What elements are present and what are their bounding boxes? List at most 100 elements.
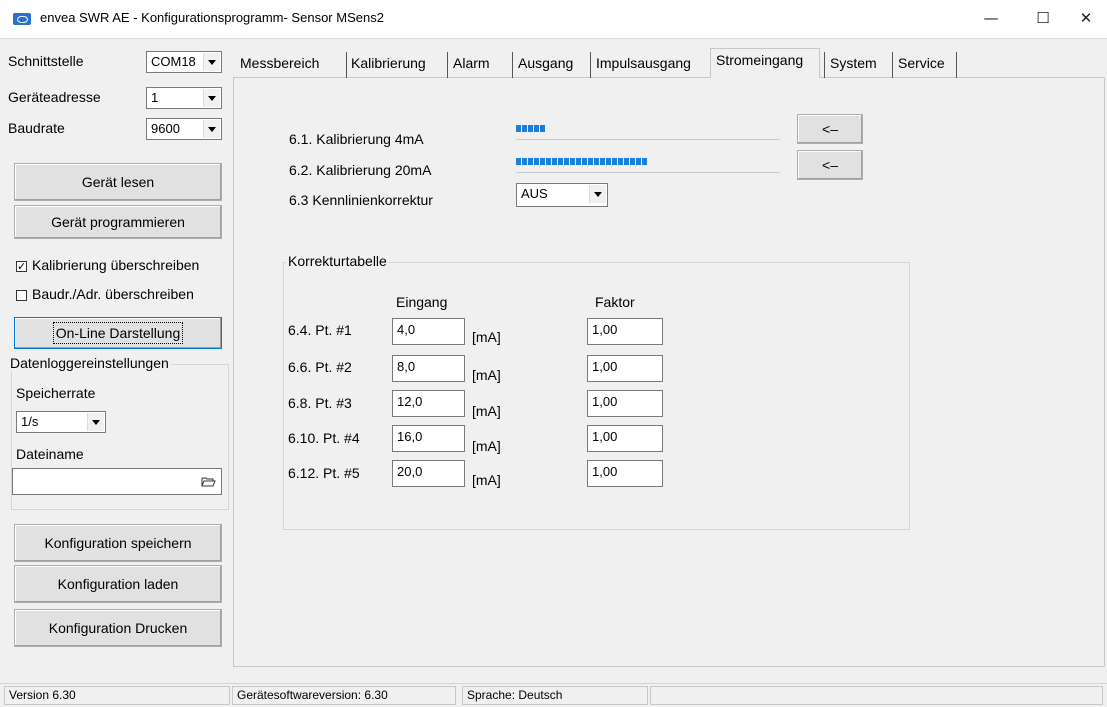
read-device-label: Gerät lesen xyxy=(81,174,155,190)
print-config-button[interactable]: Konfiguration Drucken xyxy=(14,609,222,647)
status-empty xyxy=(650,686,1103,705)
eingang-pt2-value: 8,0 xyxy=(397,359,416,374)
status-language: Sprache: Deutsch xyxy=(462,686,648,705)
tab-kalibrierung[interactable]: Kalibrierung xyxy=(351,55,426,71)
speicherrate-value: 1/s xyxy=(21,414,39,429)
kalibrierung-checkbox-label: Kalibrierung überschreiben xyxy=(32,257,200,273)
tab-ausgang[interactable]: Ausgang xyxy=(518,55,573,71)
close-button[interactable]: ✕ xyxy=(1063,0,1107,38)
eingang-pt5-value: 20,0 xyxy=(397,464,423,479)
app-icon xyxy=(13,13,31,25)
faktor-pt5-input[interactable]: 1,00 xyxy=(587,460,663,487)
eingang-pt5-input[interactable]: 20,0 xyxy=(392,460,465,487)
dateiname-input[interactable] xyxy=(12,468,222,495)
tab-separator xyxy=(824,52,825,78)
faktor-pt4-input[interactable]: 1,00 xyxy=(587,425,663,452)
cal20-apply-label: <– xyxy=(822,157,838,173)
tab-separator xyxy=(892,52,893,78)
unit-ma-label: [mA] xyxy=(472,329,501,345)
unit-ma-label: [mA] xyxy=(472,438,501,454)
baudr-adr-checkbox[interactable] xyxy=(16,290,27,301)
faktor-pt2-input[interactable]: 1,00 xyxy=(587,355,663,382)
folder-open-icon xyxy=(201,477,216,487)
unit-ma-label: [mA] xyxy=(472,472,501,488)
online-display-button[interactable]: On-Line Darstellung xyxy=(14,317,222,349)
minimize-button[interactable]: — xyxy=(968,0,1014,38)
cal4-apply-button[interactable]: <– xyxy=(797,114,863,144)
col-eingang-header: Eingang xyxy=(396,294,448,310)
faktor-pt1-value: 1,00 xyxy=(592,322,618,337)
title-bar: envea SWR AE - Konfigurationsprogramm- S… xyxy=(0,0,1107,39)
faktor-pt5-value: 1,00 xyxy=(592,464,618,479)
load-config-label: Konfiguration laden xyxy=(57,576,179,592)
tab-stromeingang[interactable]: Stromeingang xyxy=(716,52,803,68)
faktor-pt3-input[interactable]: 1,00 xyxy=(587,390,663,417)
row-label-pt5: 6.12. Pt. #5 xyxy=(288,465,360,481)
kennlinie-value: AUS xyxy=(521,186,548,201)
cal4-label: 6.1. Kalibrierung 4mA xyxy=(289,131,424,147)
schnittstelle-select[interactable]: COM18 xyxy=(146,51,222,73)
baudrate-value: 9600 xyxy=(151,121,180,136)
korrekturtabelle-legend: Korrekturtabelle xyxy=(286,253,389,269)
geraeteadresse-select[interactable]: 1 xyxy=(146,87,222,109)
schnittstelle-value: COM18 xyxy=(151,54,196,69)
read-device-button[interactable]: Gerät lesen xyxy=(14,163,222,201)
cal20-progress-fill xyxy=(516,158,648,165)
tab-impulsausgang[interactable]: Impulsausgang xyxy=(596,55,691,71)
row-label-pt1: 6.4. Pt. #1 xyxy=(288,322,352,338)
eingang-pt3-input[interactable]: 12,0 xyxy=(392,390,465,417)
chevron-down-icon[interactable] xyxy=(589,185,606,203)
row-label-pt2: 6.6. Pt. #2 xyxy=(288,359,352,375)
eingang-pt3-value: 12,0 xyxy=(397,394,423,409)
kennlinie-select[interactable]: AUS xyxy=(516,183,608,207)
program-device-button[interactable]: Gerät programmieren xyxy=(14,205,222,239)
row-label-pt3: 6.8. Pt. #3 xyxy=(288,395,352,411)
speicherrate-label: Speicherrate xyxy=(16,385,96,401)
save-config-button[interactable]: Konfiguration speichern xyxy=(14,524,222,562)
tab-messbereich[interactable]: Messbereich xyxy=(240,55,319,71)
dateiname-label: Dateiname xyxy=(16,446,84,462)
baudr-adr-checkbox-label: Baudr./Adr. überschreiben xyxy=(32,286,194,302)
geraeteadresse-label: Geräteadresse xyxy=(8,89,101,105)
cal20-apply-button[interactable]: <– xyxy=(797,150,863,180)
folder-open-button[interactable] xyxy=(196,471,220,492)
chevron-down-icon[interactable] xyxy=(203,53,220,71)
eingang-pt4-value: 16,0 xyxy=(397,429,423,444)
faktor-pt1-input[interactable]: 1,00 xyxy=(587,318,663,345)
load-config-button[interactable]: Konfiguration laden xyxy=(14,565,222,603)
kalibrierung-checkbox[interactable]: ✓ xyxy=(16,261,27,272)
print-config-label: Konfiguration Drucken xyxy=(48,620,188,636)
eingang-pt1-input[interactable]: 4,0 xyxy=(392,318,465,345)
online-display-label: On-Line Darstellung xyxy=(52,322,184,344)
maximize-button[interactable]: ☐ xyxy=(1020,0,1066,38)
faktor-pt4-value: 1,00 xyxy=(592,429,618,444)
tab-alarm[interactable]: Alarm xyxy=(453,55,490,71)
save-config-label: Konfiguration speichern xyxy=(44,535,192,551)
schnittstelle-label: Schnittstelle xyxy=(8,53,84,69)
baudrate-label: Baudrate xyxy=(8,120,65,136)
tab-separator xyxy=(447,52,448,78)
program-device-label: Gerät programmieren xyxy=(51,214,185,230)
cal20-label: 6.2. Kalibrierung 20mA xyxy=(289,162,432,178)
unit-ma-label: [mA] xyxy=(472,367,501,383)
tab-system[interactable]: System xyxy=(830,55,877,71)
tab-separator xyxy=(512,52,513,78)
tab-service[interactable]: Service xyxy=(898,55,945,71)
chevron-down-icon[interactable] xyxy=(87,413,104,431)
baudrate-select[interactable]: 9600 xyxy=(146,118,222,140)
cal4-apply-label: <– xyxy=(822,121,838,137)
row-label-pt4: 6.10. Pt. #4 xyxy=(288,430,360,446)
speicherrate-select[interactable]: 1/s xyxy=(16,411,106,433)
chevron-down-icon[interactable] xyxy=(203,89,220,107)
cal20-progress xyxy=(516,154,780,173)
faktor-pt2-value: 1,00 xyxy=(592,359,618,374)
status-software-version: Gerätesoftwareversion: 6.30 xyxy=(232,686,456,705)
eingang-pt4-input[interactable]: 16,0 xyxy=(392,425,465,452)
eingang-pt2-input[interactable]: 8,0 xyxy=(392,355,465,382)
faktor-pt3-value: 1,00 xyxy=(592,394,618,409)
datalogger-legend: Datenloggereinstellungen xyxy=(8,355,171,371)
status-version: Version 6.30 xyxy=(4,686,230,705)
tab-separator xyxy=(956,52,957,78)
cal4-progress-fill xyxy=(516,125,545,132)
chevron-down-icon[interactable] xyxy=(203,120,220,138)
